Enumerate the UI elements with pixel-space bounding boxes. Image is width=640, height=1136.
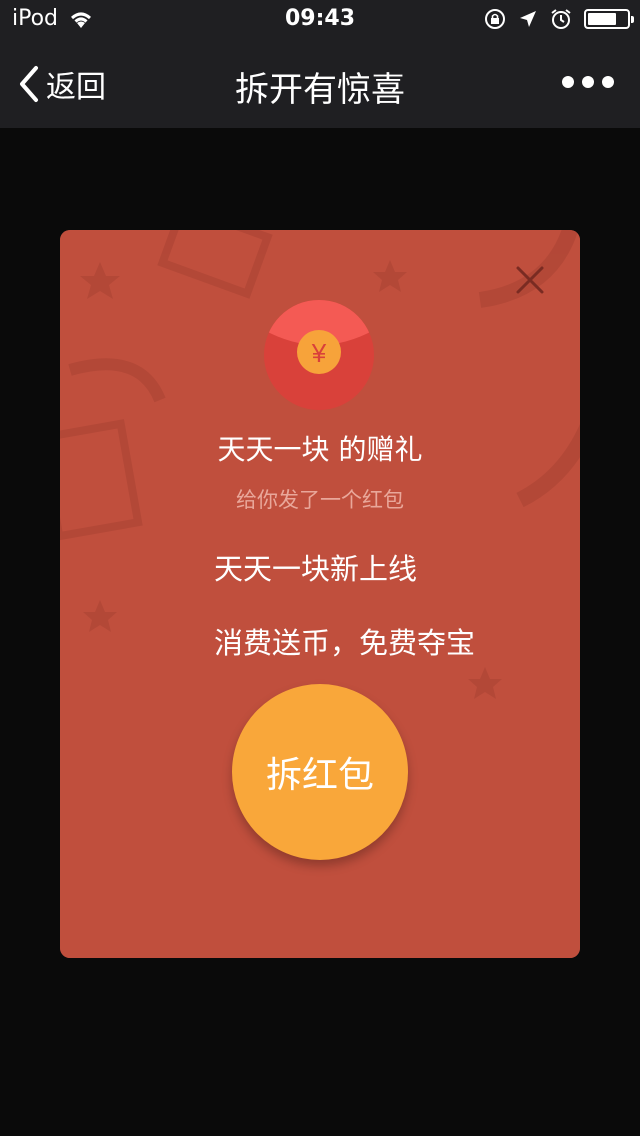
- open-red-packet-button[interactable]: 拆红包: [232, 684, 408, 860]
- orientation-lock-icon: [485, 9, 505, 29]
- yuan-symbol: ¥: [311, 338, 327, 368]
- status-right: [484, 8, 634, 30]
- sender-title: 天天一块 的赠礼: [217, 433, 423, 466]
- more-icon-dot: [602, 76, 614, 88]
- red-packet-avatar-icon: ¥: [264, 300, 374, 410]
- battery-icon: [584, 9, 634, 29]
- location-icon: [520, 11, 536, 27]
- battery-fill: [588, 13, 616, 25]
- close-icon[interactable]: [514, 264, 546, 296]
- page-title: 拆开有惊喜: [235, 70, 405, 110]
- packet-subtitle: 给你发了一个红包: [236, 488, 404, 512]
- more-icon-dot: [562, 76, 574, 88]
- alarm-icon: [551, 9, 571, 29]
- nav-bar: 返回 拆开有惊喜: [0, 40, 640, 128]
- more-icon-dot: [582, 76, 594, 88]
- open-button-label: 拆红包: [265, 755, 374, 796]
- red-packet-modal: ¥ 天天一块 的赠礼 给你发了一个红包 天天一块新上线 消费送币，免费夺宝 拆红…: [60, 230, 580, 958]
- more-button[interactable]: [562, 76, 614, 88]
- message-line-2: 消费送币，免费夺宝: [214, 626, 476, 660]
- message-line-1: 天天一块新上线: [214, 552, 418, 586]
- status-bar: iPod 09:43: [0, 0, 640, 40]
